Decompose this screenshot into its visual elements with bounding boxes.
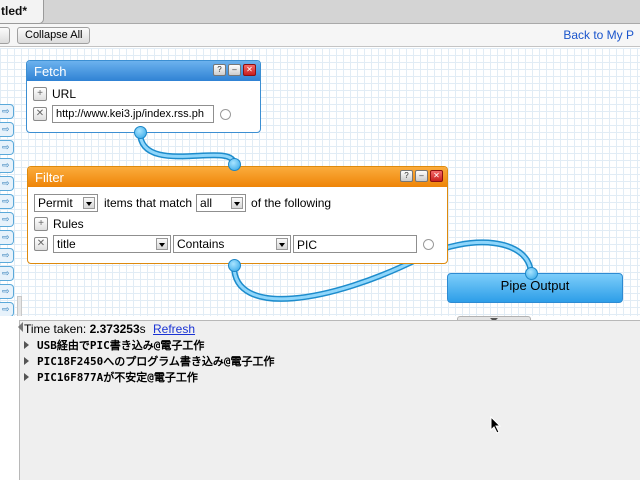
library-tab-icon[interactable] — [0, 284, 14, 299]
rules-label: Rules — [53, 217, 84, 231]
expand-arrow-icon[interactable] — [24, 373, 29, 381]
time-taken-label: Time taken: — [24, 322, 87, 336]
result-title: USB経由でPIC書き込み@電子工作 — [37, 339, 205, 352]
time-taken-value: 2.373253 — [89, 322, 140, 336]
collapse-left-icon[interactable] — [18, 322, 23, 332]
permit-block-select[interactable]: Permit — [34, 194, 98, 212]
tab-strip: tled* — [0, 0, 640, 24]
fetch-output-terminal[interactable] — [134, 126, 147, 139]
time-taken-line: Time taken: 2.373253s Refresh — [24, 322, 195, 336]
mouse-cursor-icon — [490, 416, 502, 434]
rule-field-select[interactable]: title — [53, 235, 171, 253]
fetch-module-title: Fetch — [34, 64, 67, 79]
refresh-link[interactable]: Refresh — [153, 322, 195, 336]
help-icon[interactable]: ? — [400, 170, 413, 182]
toolbar: Collapse All Back to My P — [0, 24, 640, 47]
match-value: all — [200, 196, 213, 210]
minimize-icon[interactable]: – — [228, 64, 241, 76]
result-title: PIC16F877Aが不安定@電子工作 — [37, 371, 198, 384]
tab-title: tled* — [1, 4, 28, 18]
add-url-icon[interactable]: + — [33, 87, 47, 101]
rule-field-value: title — [57, 237, 76, 251]
chevron-down-icon — [276, 238, 288, 250]
expand-arrow-icon[interactable] — [24, 341, 29, 349]
rule-operator-value: Contains — [177, 237, 225, 251]
help-icon[interactable]: ? — [213, 64, 226, 76]
library-tab-icon[interactable] — [0, 122, 14, 137]
library-tab-icon[interactable] — [0, 248, 14, 263]
following-text: of the following — [251, 196, 332, 210]
toolbar-button-partial[interactable] — [0, 27, 10, 44]
filter-output-terminal[interactable] — [228, 259, 241, 272]
results-list: USB経由でPIC書き込み@電子工作 PIC18F2450へのプログラム書き込み… — [24, 337, 275, 385]
library-tab-icon[interactable] — [0, 104, 14, 119]
add-rule-icon[interactable]: + — [34, 217, 48, 231]
filter-module-title: Filter — [35, 170, 64, 185]
rule-operator-select[interactable]: Contains — [173, 235, 291, 253]
permit-value: Permit — [38, 196, 73, 210]
library-tab-icon[interactable] — [0, 176, 14, 191]
items-match-text: items that match — [104, 196, 193, 210]
library-tab-icon[interactable] — [0, 158, 14, 173]
chevron-down-icon — [231, 197, 244, 209]
collapse-all-button[interactable]: Collapse All — [17, 27, 91, 44]
url-label: URL — [52, 87, 77, 101]
library-tab-icon[interactable] — [0, 266, 14, 281]
minimize-icon[interactable]: – — [415, 170, 428, 182]
module-library-tabs — [0, 104, 16, 316]
wire-fetch-to-filter — [137, 131, 237, 165]
close-icon[interactable]: ✕ — [243, 64, 256, 76]
expand-arrow-icon[interactable] — [24, 357, 29, 365]
list-item[interactable]: USB経由でPIC書き込み@電子工作 — [24, 337, 275, 353]
rule-value-input[interactable]: PIC — [293, 235, 417, 253]
url-terminal-icon[interactable] — [220, 108, 231, 120]
pipe-output-input-terminal[interactable] — [525, 267, 538, 280]
rule-terminal-icon[interactable] — [423, 238, 434, 250]
fetch-module[interactable]: Fetch ? – ✕ + URL ✕ http://www.kei3.jp/i… — [26, 60, 261, 133]
result-title: PIC18F2450へのプログラム書き込み@電子工作 — [37, 355, 275, 368]
sidebar-splitter[interactable] — [17, 296, 22, 316]
library-tab-icon[interactable] — [0, 194, 14, 209]
list-item[interactable]: PIC16F877Aが不安定@電子工作 — [24, 369, 275, 385]
library-tab-icon[interactable] — [0, 302, 14, 316]
library-tab-icon[interactable] — [0, 230, 14, 245]
close-icon[interactable]: ✕ — [430, 170, 443, 182]
list-item[interactable]: PIC18F2450へのプログラム書き込み@電子工作 — [24, 353, 275, 369]
filter-input-terminal[interactable] — [228, 158, 241, 171]
tab-untitled-pipe[interactable]: tled* — [0, 0, 44, 24]
filter-module[interactable]: Filter ? – ✕ Permit items that match all… — [27, 166, 448, 264]
match-all-any-select[interactable]: all — [196, 194, 247, 212]
pipe-editor-canvas[interactable]: Fetch ? – ✕ + URL ✕ http://www.kei3.jp/i… — [0, 48, 640, 316]
output-left-strip — [0, 320, 20, 480]
remove-url-icon[interactable]: ✕ — [33, 107, 47, 121]
back-to-my-pipes-link[interactable]: Back to My P — [563, 28, 634, 42]
time-taken-unit: s — [139, 322, 146, 336]
chevron-down-icon — [156, 238, 168, 250]
remove-rule-icon[interactable]: ✕ — [34, 237, 48, 251]
chevron-down-icon — [83, 197, 95, 209]
fetch-module-header[interactable]: Fetch ? – ✕ — [27, 61, 260, 81]
url-input[interactable]: http://www.kei3.jp/index.rss.ph — [52, 105, 214, 123]
library-tab-icon[interactable] — [0, 140, 14, 155]
library-tab-icon[interactable] — [0, 212, 14, 227]
